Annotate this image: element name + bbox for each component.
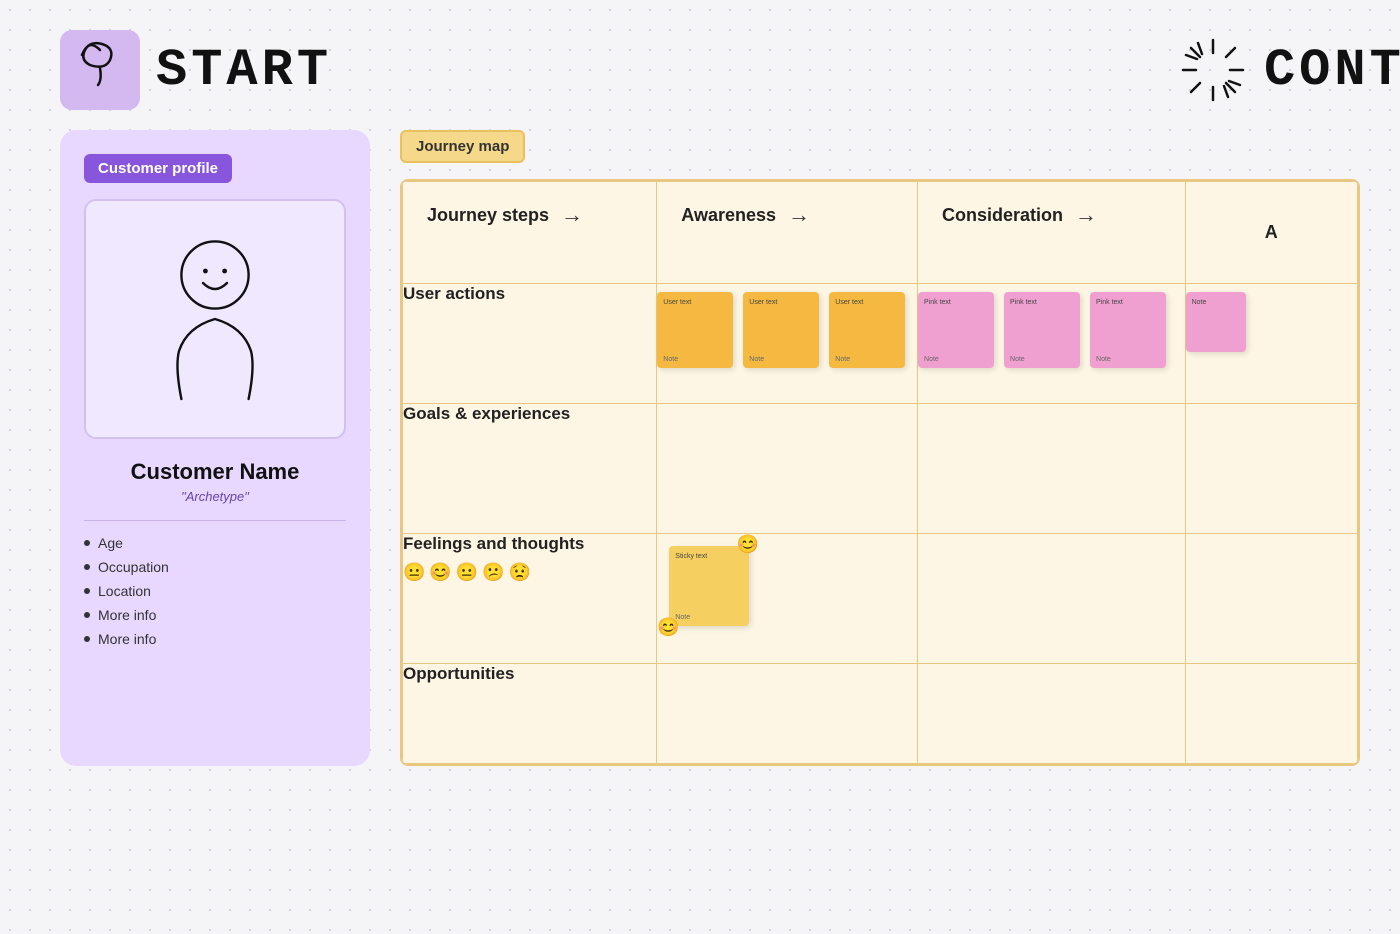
profile-info-list: Age Occupation Location More info More i… bbox=[84, 535, 346, 647]
emoji-overlay-top: 😊 bbox=[737, 534, 759, 555]
bullet-icon bbox=[84, 636, 90, 642]
journey-table-container: Journey steps → Awareness → bbox=[400, 179, 1360, 766]
person-avatar-icon bbox=[135, 219, 295, 419]
emoji-neutral2: 😐 bbox=[456, 562, 478, 583]
col-header-awareness: Awareness → bbox=[657, 182, 918, 284]
feelings-label-cell: Feelings and thoughts 😐 😊 😐 😕 😟 bbox=[403, 534, 657, 664]
opportunities-awareness-cell bbox=[657, 664, 918, 764]
sticky-note[interactable]: Pink text Note bbox=[1004, 292, 1080, 368]
profile-avatar-box bbox=[84, 199, 346, 439]
opportunities-consideration-cell bbox=[918, 664, 1186, 764]
starburst-icon bbox=[1178, 35, 1248, 105]
sticky-note[interactable]: User text Note bbox=[743, 292, 819, 368]
arrow-icon: → bbox=[561, 202, 583, 228]
page-container: START bbox=[0, 0, 1400, 934]
user-actions-label-cell: User actions bbox=[403, 284, 657, 404]
sticky-notes-consideration: Pink text Note Pink text Note Pink text bbox=[918, 284, 1185, 376]
emoji-overlay-bottom: 😊 bbox=[657, 617, 679, 638]
feelings-sticky-note[interactable]: Sticky text Note bbox=[669, 546, 749, 626]
header-left: START bbox=[60, 30, 332, 110]
start-title: START bbox=[156, 41, 332, 100]
profile-section-label: Customer profile bbox=[84, 154, 232, 183]
row-opportunities: Opportunities bbox=[403, 664, 1358, 764]
opportunities-label-cell: Opportunities bbox=[403, 664, 657, 764]
main-content: Customer profile Customer Name "Archetyp… bbox=[0, 130, 1400, 766]
list-item: More info bbox=[84, 607, 346, 623]
list-item: Age bbox=[84, 535, 346, 551]
emoji-happy: 😊 bbox=[429, 562, 451, 583]
bullet-icon bbox=[84, 612, 90, 618]
emoji-sad: 😕 bbox=[482, 562, 504, 583]
profile-divider bbox=[84, 520, 346, 521]
bullet-icon bbox=[84, 564, 90, 570]
list-item: Location bbox=[84, 583, 346, 599]
header-right: CONTI bbox=[1178, 35, 1400, 105]
sticky-note[interactable]: Note bbox=[1186, 292, 1246, 352]
start-icon-box bbox=[60, 30, 140, 110]
feelings-emoji-row: 😐 😊 😐 😕 😟 bbox=[403, 562, 656, 583]
emoji-neutral: 😐 bbox=[403, 562, 425, 583]
row-user-actions: User actions User text Note User tex bbox=[403, 284, 1358, 404]
arrow-icon: → bbox=[1075, 202, 1097, 228]
user-actions-awareness-cell: User text Note User text Note User text bbox=[657, 284, 918, 404]
profile-name: Customer Name bbox=[84, 459, 346, 485]
opportunities-extra-cell bbox=[1185, 664, 1357, 764]
feelings-extra-cell bbox=[1185, 534, 1357, 664]
customer-profile-panel: Customer profile Customer Name "Archetyp… bbox=[60, 130, 370, 766]
sticky-notes-awareness: User text Note User text Note User text bbox=[657, 284, 917, 376]
row-feelings: Feelings and thoughts 😐 😊 😐 😕 😟 bbox=[403, 534, 1358, 664]
emoji-worried: 😟 bbox=[509, 562, 531, 583]
header: START bbox=[0, 0, 1400, 130]
goals-label-cell: Goals & experiences bbox=[403, 404, 657, 534]
goals-consideration-cell bbox=[918, 404, 1186, 534]
sticky-note[interactable]: Pink text Note bbox=[918, 292, 994, 368]
journey-header-row: Journey steps → Awareness → bbox=[403, 182, 1358, 284]
journey-table: Journey steps → Awareness → bbox=[402, 181, 1358, 764]
user-actions-consideration-cell: Pink text Note Pink text Note Pink text bbox=[918, 284, 1186, 404]
feelings-awareness-cell: Sticky text Note 😊 😊 bbox=[657, 534, 918, 664]
feelings-consideration-cell bbox=[918, 534, 1186, 664]
col-header-steps: Journey steps → bbox=[403, 182, 657, 284]
sticky-note[interactable]: Pink text Note bbox=[1090, 292, 1166, 368]
bullet-icon bbox=[84, 588, 90, 594]
continue-title: CONTI bbox=[1264, 41, 1400, 100]
col-header-consideration: Consideration → bbox=[918, 182, 1186, 284]
journey-map-label: Journey map bbox=[400, 130, 525, 163]
sticky-note[interactable]: User text Note bbox=[829, 292, 905, 368]
sticky-notes-extra: Note bbox=[1186, 284, 1357, 360]
list-item: More info bbox=[84, 631, 346, 647]
profile-archetype: "Archetype" bbox=[84, 489, 346, 504]
goals-awareness-cell bbox=[657, 404, 918, 534]
row-goals: Goals & experiences bbox=[403, 404, 1358, 534]
goals-extra-cell bbox=[1185, 404, 1357, 534]
journey-section: Journey map Journey step bbox=[400, 130, 1360, 766]
sticky-note[interactable]: User text Note bbox=[657, 292, 733, 368]
col-header-extra: A bbox=[1185, 182, 1357, 284]
user-actions-extra-cell: Note bbox=[1185, 284, 1357, 404]
bullet-icon bbox=[84, 540, 90, 546]
list-item: Occupation bbox=[84, 559, 346, 575]
arrow-icon: → bbox=[788, 202, 810, 228]
